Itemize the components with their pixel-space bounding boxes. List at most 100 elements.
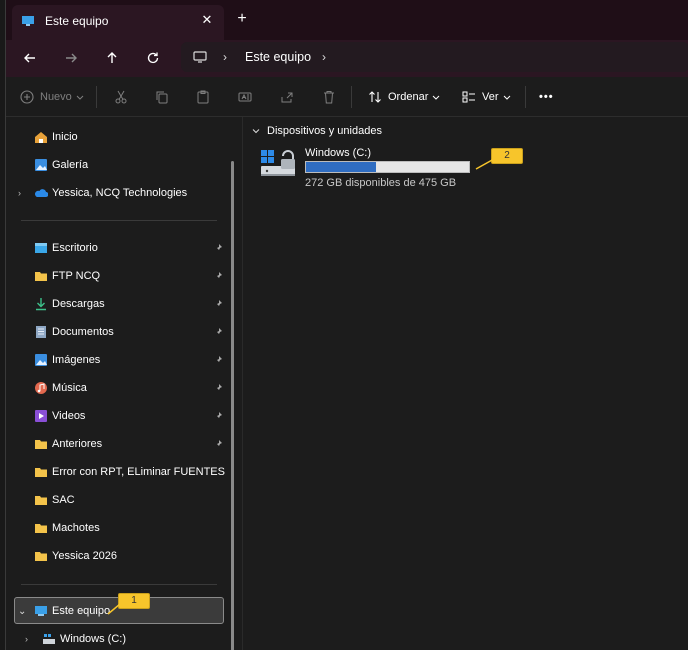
sidebar-item-label: Anteriores: [52, 438, 103, 450]
rename-button[interactable]: [238, 88, 252, 106]
sidebar-item-label: Escritorio: [52, 242, 98, 254]
pin-icon[interactable]: [213, 271, 223, 281]
sidebar-item-inicio[interactable]: Inicio: [6, 126, 226, 148]
pin-icon[interactable]: [213, 411, 223, 421]
tab-bar: Este equipo ✕ +: [6, 0, 688, 40]
sidebar-item-anteriores[interactable]: Anteriores: [6, 433, 226, 455]
delete-button[interactable]: [322, 88, 336, 106]
tab-title: Este equipo: [45, 14, 109, 28]
breadcrumb-separator[interactable]: ›: [223, 50, 227, 64]
clipboard-icon: [197, 90, 209, 104]
sidebar-item-galeria[interactable]: Galería: [6, 154, 226, 176]
new-tab-button[interactable]: +: [233, 10, 251, 28]
sidebar-item-ftp-ncq[interactable]: FTP NCQ: [6, 265, 226, 287]
sidebar-item-error-rpt[interactable]: Error con RPT, ELiminar FUENTES: [6, 461, 226, 483]
drive-name: Windows (C:): [305, 147, 372, 159]
view-icon: [462, 91, 475, 103]
chevron-down-icon: [433, 95, 440, 100]
share-icon: [281, 92, 293, 103]
chevron-down-icon[interactable]: ⌄: [18, 606, 26, 617]
sidebar-item-descargas[interactable]: Descargas: [6, 293, 226, 315]
more-options-button[interactable]: •••: [539, 88, 554, 106]
sidebar-item-musica[interactable]: Música: [6, 377, 226, 399]
group-header-devices[interactable]: Dispositivos y unidades: [251, 125, 382, 137]
sidebar-item-yessica-2026[interactable]: Yessica 2026: [6, 545, 226, 567]
copy-button[interactable]: [155, 88, 169, 106]
share-button[interactable]: [280, 88, 294, 106]
computer-icon: [22, 16, 34, 26]
pin-icon[interactable]: [213, 243, 223, 253]
pin-icon[interactable]: [213, 355, 223, 365]
trash-icon: [324, 91, 334, 104]
pictures-icon: [35, 354, 47, 366]
pin-icon[interactable]: [213, 439, 223, 449]
breadcrumb-este-equipo[interactable]: Este equipo: [245, 50, 311, 64]
sidebar-divider: [21, 584, 217, 585]
refresh-button[interactable]: [141, 46, 165, 70]
pin-icon[interactable]: [213, 299, 223, 309]
computer-icon: [35, 606, 47, 616]
sidebar-item-documentos[interactable]: Documentos: [6, 321, 226, 343]
sidebar-item-label: Galería: [52, 159, 89, 171]
pin-icon[interactable]: [213, 327, 223, 337]
download-icon: [36, 298, 46, 311]
navigation-bar: › Este equipo ›: [6, 40, 688, 77]
callout-pointer: [475, 159, 495, 170]
windows-drive-icon: [261, 150, 295, 176]
sidebar-item-imagenes[interactable]: Imágenes: [6, 349, 226, 371]
folder-icon: [35, 272, 47, 281]
drive-usage-fill: [306, 162, 376, 172]
pin-icon[interactable]: [213, 383, 223, 393]
tab-este-equipo[interactable]: Este equipo ✕: [12, 5, 224, 40]
sidebar-item-label: Windows (C:): [60, 633, 127, 645]
sort-label: Ordenar: [388, 91, 429, 103]
navigation-pane: Inicio Galería › Yessica, NCQ Technologi…: [6, 117, 242, 650]
address-bar[interactable]: › Este equipo ›: [181, 42, 688, 72]
up-button[interactable]: [100, 46, 124, 70]
sidebar-item-sac[interactable]: SAC: [6, 489, 226, 511]
cut-button[interactable]: [114, 88, 128, 106]
sidebar-item-escritorio[interactable]: Escritorio: [6, 237, 226, 259]
content-pane: Dispositivos y unidades Windows (C:) 272…: [242, 117, 688, 650]
onedrive-icon: [35, 189, 48, 197]
sidebar-item-label: Yessica 2026: [52, 550, 118, 562]
sidebar-item-label: SAC: [52, 494, 75, 506]
chevron-right-icon[interactable]: ›: [25, 634, 28, 644]
sidebar-item-videos[interactable]: Videos: [6, 405, 226, 427]
drive-icon: [43, 634, 55, 644]
sidebar-item-machotes[interactable]: Machotes: [6, 517, 226, 539]
chevron-down-icon: [252, 129, 260, 134]
new-button[interactable]: Nuevo: [20, 88, 84, 106]
drive-windows-c[interactable]: Windows (C:) 272 GB disponibles de 475 G…: [259, 145, 479, 191]
sidebar-scrollbar[interactable]: [231, 161, 234, 650]
view-button[interactable]: Ver: [462, 88, 511, 106]
paste-button[interactable]: [196, 88, 210, 106]
folder-icon: [35, 552, 47, 561]
gallery-icon: [35, 159, 47, 171]
sidebar-item-label: Documentos: [52, 326, 114, 338]
chevron-down-icon: [503, 95, 510, 100]
chevron-down-icon: [76, 95, 84, 100]
folder-icon: [35, 496, 47, 505]
sidebar-item-label: Música: [52, 382, 87, 394]
toolbar-divider: [96, 86, 97, 108]
scissors-icon: [115, 90, 127, 104]
sort-icon: [369, 91, 381, 103]
sidebar-item-label: Machotes: [52, 522, 100, 534]
videos-icon: [35, 410, 47, 422]
toolbar-divider: [525, 86, 526, 108]
arrow-right-icon: [66, 53, 77, 63]
close-tab-icon[interactable]: ✕: [198, 11, 216, 29]
command-bar: Nuevo Ordenar Ver •••: [6, 77, 688, 117]
chevron-right-icon[interactable]: ›: [18, 188, 21, 198]
music-icon: [35, 382, 47, 394]
sidebar-item-label: Descargas: [52, 298, 105, 310]
forward-button[interactable]: [59, 46, 83, 70]
home-icon: [35, 132, 47, 143]
breadcrumb-separator-2[interactable]: ›: [322, 50, 326, 64]
sidebar-item-label: FTP NCQ: [52, 270, 101, 282]
back-button[interactable]: [18, 46, 42, 70]
sidebar-item-windows-c[interactable]: › Windows (C:): [6, 628, 226, 650]
sidebar-item-onedrive[interactable]: › Yessica, NCQ Technologies: [6, 182, 226, 204]
sort-button[interactable]: Ordenar: [368, 88, 440, 106]
